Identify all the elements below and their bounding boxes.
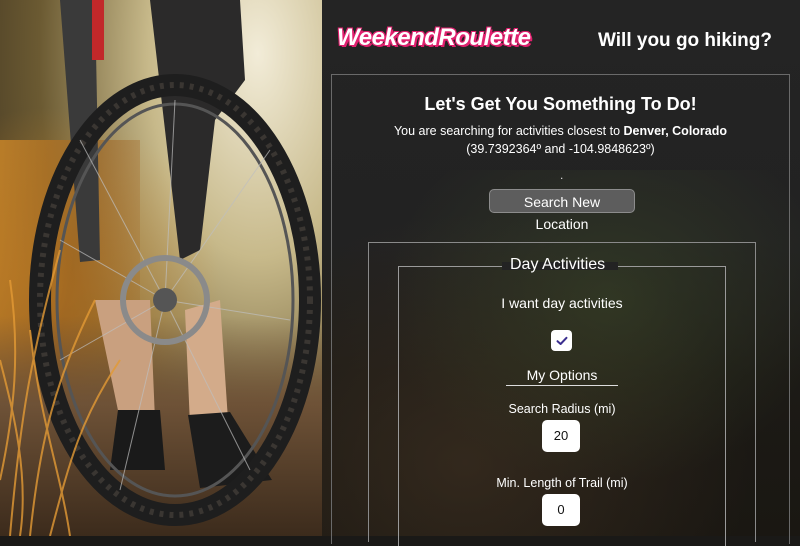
search-radius-input[interactable]: 20 [542, 420, 580, 452]
location-name: Denver, Colorado [623, 124, 728, 138]
page-heading: Let's Get You Something To Do! [424, 94, 697, 114]
min-trail-length-input[interactable]: 0 [542, 494, 580, 526]
location-prefix: You are searching for activities closest… [393, 124, 624, 138]
day-activities-legend: Day Activities [510, 256, 606, 273]
search-new-location-button[interactable]: Search New Location [489, 189, 635, 232]
bike-illustration [0, 0, 321, 536]
location-text: You are searching for activities closest… [331, 124, 790, 138]
day-activities-toggle-label: I want day activities [501, 295, 623, 311]
separator-dot: . [560, 168, 564, 182]
min-trail-length-label: Min. Length of Trail (mi) [496, 476, 628, 490]
hero-photo [0, 0, 322, 536]
day-activities-checkbox[interactable] [551, 330, 572, 351]
location-coordinates: (39.7392364º and -104.9848623º) [466, 142, 655, 156]
checkmark-icon [556, 336, 567, 345]
search-radius-label: Search Radius (mi) [508, 402, 616, 416]
brand-logo[interactable]: WeekendRoulette [337, 24, 531, 52]
page-tagline: Will you go hiking? [598, 30, 772, 51]
my-options-heading: My Options [506, 367, 618, 386]
